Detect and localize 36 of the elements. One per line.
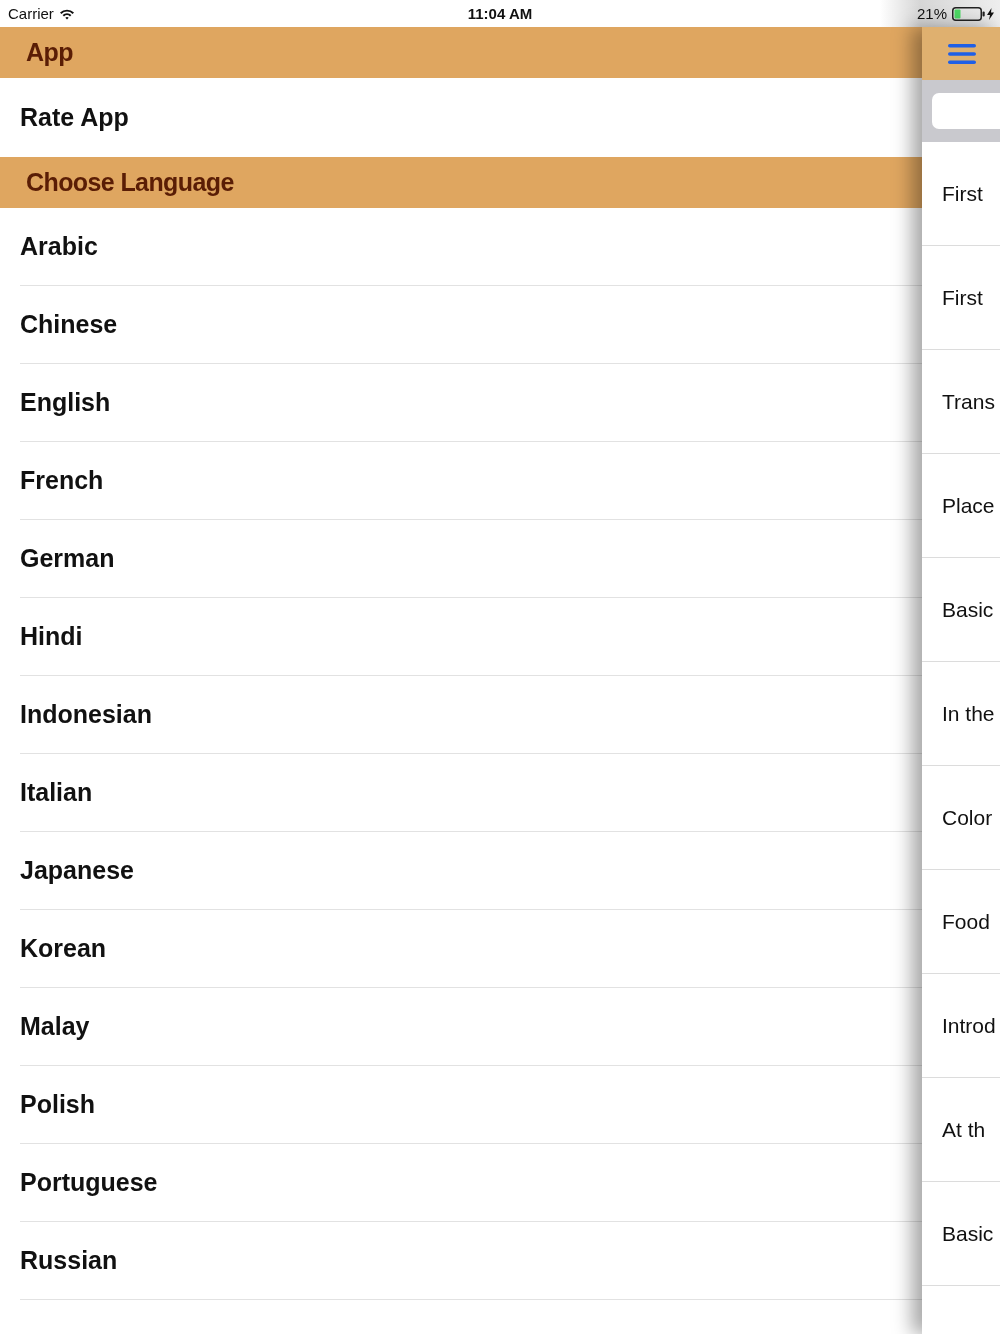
menu-icon[interactable] [948,43,976,64]
menu-item[interactable]: Russian [20,1222,922,1300]
menu-item[interactable]: Hindi [20,598,922,676]
battery-icon [952,6,985,21]
menu-item[interactable]: Malay [20,988,922,1066]
menu-item[interactable]: Arabic [20,208,922,286]
menu-item[interactable]: Japanese [20,832,922,910]
lesson-item[interactable]: First [922,246,1000,350]
lesson-item[interactable]: Basic [922,1182,1000,1286]
lesson-item[interactable]: Food [922,870,1000,974]
menu-item[interactable]: French [20,442,922,520]
lesson-item[interactable]: At th [922,1078,1000,1182]
lesson-item[interactable]: First [922,142,1000,246]
carrier-label: Carrier [8,5,54,22]
menu-item[interactable]: Chinese [20,286,922,364]
lesson-item[interactable]: Basic [922,558,1000,662]
menu-item[interactable]: English [20,364,922,442]
wifi-icon [58,7,75,20]
lesson-item[interactable]: Color [922,766,1000,870]
menu-item[interactable]: German [20,520,922,598]
menu-item[interactable]: Korean [20,910,922,988]
lesson-item[interactable]: Trans [922,350,1000,454]
lesson-item[interactable]: Introd [922,974,1000,1078]
search-field[interactable] [932,93,1000,129]
section-header: Choose Language [0,157,922,208]
battery-percent: 21% [916,5,947,22]
menu-item[interactable]: Rate App [20,78,922,157]
clock-time: 11:04 AM [467,5,533,22]
section-header: App [0,27,922,78]
menu-item[interactable]: Indonesian [20,676,922,754]
charging-bolt-icon [987,7,994,20]
lesson-item[interactable]: In the [922,662,1000,766]
menu-item[interactable]: Italian [20,754,922,832]
menu-item[interactable]: Portuguese [20,1144,922,1222]
lesson-item[interactable]: Place [922,454,1000,558]
menu-item[interactable]: Polish [20,1066,922,1144]
